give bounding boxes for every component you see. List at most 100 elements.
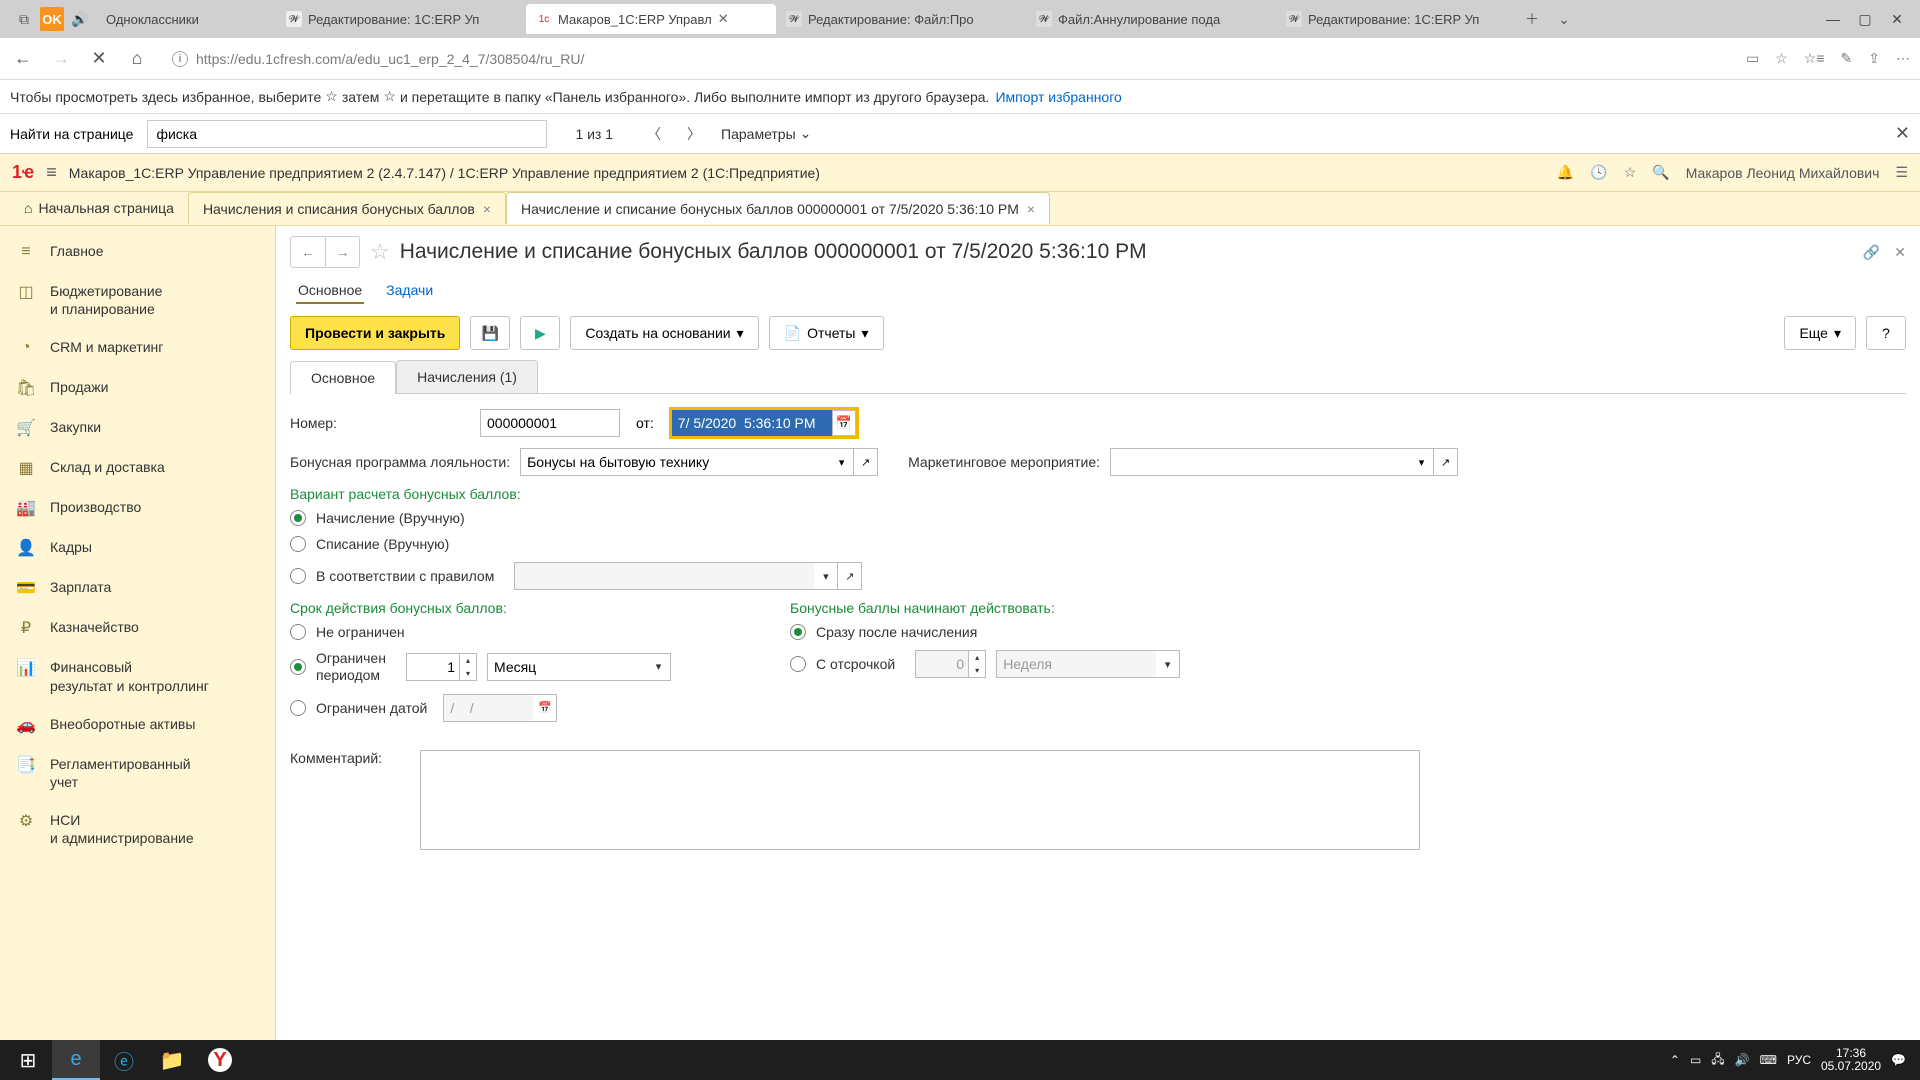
radio-delayed[interactable]: С отсрочкой ▴▾ ▾ xyxy=(790,650,1180,678)
period-unit-input[interactable] xyxy=(487,653,647,681)
radio-icon[interactable] xyxy=(790,624,806,640)
calendar-icon[interactable]: 📅 xyxy=(533,694,557,722)
sidebar-item-treasury[interactable]: ₽Казначейство xyxy=(0,608,275,648)
erp-tab-home[interactable]: ⌂ Начальная страница xyxy=(10,192,188,224)
radio-writeoff[interactable]: Списание (Вручную) xyxy=(290,536,1906,552)
subtab-main[interactable]: Основное xyxy=(296,278,364,304)
start-button[interactable]: ⊞ xyxy=(4,1040,52,1080)
ie-icon[interactable]: ⓔ xyxy=(100,1040,148,1080)
marketing-combo[interactable]: ▾ ↗ xyxy=(1110,448,1458,476)
history-icon[interactable]: 🕓 xyxy=(1590,164,1607,181)
more-icon[interactable]: ⋯ xyxy=(1896,50,1910,67)
spin-down-icon[interactable]: ▾ xyxy=(969,664,985,677)
chevron-down-icon[interactable]: ▾ xyxy=(830,448,854,476)
spin-down-icon[interactable]: ▾ xyxy=(460,667,476,680)
tray-clock[interactable]: 17:36 05.07.2020 xyxy=(1821,1047,1881,1073)
date-field[interactable]: 📅 xyxy=(670,408,858,438)
import-favorites-link[interactable]: Импорт избранного xyxy=(995,89,1121,105)
rule-combo[interactable]: ▾ ↗ xyxy=(514,562,862,590)
network-icon[interactable]: 🖧 xyxy=(1711,1050,1724,1071)
marketing-input[interactable] xyxy=(1110,448,1410,476)
radio-limited-date[interactable]: Ограничен датой 📅 xyxy=(290,694,740,722)
tray-up-icon[interactable]: ⌃ xyxy=(1670,1053,1680,1067)
tabs-list-icon[interactable]: ⌄ xyxy=(1548,5,1580,33)
sound-icon[interactable]: 🔊 xyxy=(64,5,96,33)
notes-icon[interactable]: ✎ xyxy=(1841,50,1853,67)
loyalty-input[interactable] xyxy=(520,448,830,476)
maximize-icon[interactable]: ▢ xyxy=(1850,5,1880,33)
sidebar-item-admin[interactable]: ⚙НСИ и администрирование xyxy=(0,801,275,857)
browser-tab-1[interactable]: Одноклассники xyxy=(96,4,276,34)
comment-field[interactable] xyxy=(420,750,1420,850)
more-button[interactable]: Еще ▾ xyxy=(1784,316,1856,350)
task-view-icon[interactable]: ⧉ xyxy=(8,5,40,33)
radio-icon[interactable] xyxy=(290,568,306,584)
sidebar-item-production[interactable]: 🏭Производство xyxy=(0,488,275,528)
radio-by-rule[interactable]: В соответствии с правилом ▾ ↗ xyxy=(290,562,1906,590)
help-button[interactable]: ? xyxy=(1866,316,1906,350)
sidebar-item-assets[interactable]: 🚗Внеоборотные активы xyxy=(0,705,275,745)
radio-icon[interactable] xyxy=(290,536,306,552)
favorites-list-icon[interactable]: ☆≡ xyxy=(1804,50,1825,67)
sidebar-item-main[interactable]: ≡Главное xyxy=(0,232,275,272)
close-icon[interactable]: × xyxy=(1027,201,1035,217)
find-params[interactable]: Параметры ⌄ xyxy=(721,125,811,142)
radio-accrual[interactable]: Начисление (Вручную) xyxy=(290,510,1906,526)
sidebar-item-purchases[interactable]: 🛒Закупки xyxy=(0,408,275,448)
reports-button[interactable]: 📄 Отчеты ▾ xyxy=(769,316,884,350)
find-next-icon[interactable]: 〉 xyxy=(681,121,707,147)
post-button[interactable]: ▶ xyxy=(520,316,560,350)
sidebar-item-finance[interactable]: 📊Финансовый результат и контроллинг xyxy=(0,648,275,704)
inner-tab-accruals[interactable]: Начисления (1) xyxy=(396,360,538,393)
notifications-icon[interactable]: 💬 xyxy=(1891,1053,1906,1067)
limit-date-field[interactable]: 📅 xyxy=(443,694,557,722)
inner-tab-main[interactable]: Основное xyxy=(290,361,396,394)
close-icon[interactable]: ✕ xyxy=(718,11,729,27)
forward-icon[interactable]: → xyxy=(48,46,74,72)
create-based-button[interactable]: Создать на основании ▾ xyxy=(570,316,758,350)
radio-icon[interactable] xyxy=(290,510,306,526)
link-icon[interactable]: 🔗 xyxy=(1863,244,1880,261)
favorite-icon[interactable]: ☆ xyxy=(370,239,390,265)
back-icon[interactable]: ← xyxy=(10,46,36,72)
burger-icon[interactable]: ≡ xyxy=(46,162,57,183)
subtab-tasks[interactable]: Задачи xyxy=(384,278,435,304)
browser-tab-3-active[interactable]: 1c Макаров_1С:ERP Управл ✕ xyxy=(526,4,776,34)
bell-icon[interactable]: 🔔 xyxy=(1557,164,1574,181)
chevron-down-icon[interactable]: ▾ xyxy=(647,653,671,681)
chevron-down-icon[interactable]: ▾ xyxy=(814,562,838,590)
sidebar-item-hr[interactable]: 👤Кадры xyxy=(0,528,275,568)
close-window-icon[interactable]: ✕ xyxy=(1882,5,1912,33)
fav-star-icon[interactable]: ☆ xyxy=(1775,50,1788,67)
stop-icon[interactable]: ✕ xyxy=(86,46,112,72)
home-icon[interactable]: ⌂ xyxy=(124,46,150,72)
sidebar-item-warehouse[interactable]: ▦Склад и доставка xyxy=(0,448,275,488)
star-icon[interactable]: ☆ xyxy=(1624,164,1637,181)
nav-forward-icon[interactable]: → xyxy=(325,237,359,267)
sidebar-item-sales[interactable]: 🛍Продажи xyxy=(0,368,275,408)
spin-up-icon[interactable]: ▴ xyxy=(460,654,476,667)
radio-icon[interactable] xyxy=(790,656,806,672)
sidebar-item-crm[interactable]: ◔CRM и маркетинг xyxy=(0,328,275,368)
radio-limited-period[interactable]: Ограничен периодом ▴▾ ▾ xyxy=(290,650,740,684)
browser-tab-5[interactable]: 𝓦 Файл:Аннулирование пода xyxy=(1026,4,1276,34)
radio-icon[interactable] xyxy=(290,700,306,716)
explorer-icon[interactable]: 📁 xyxy=(148,1040,196,1080)
number-field[interactable] xyxy=(480,409,620,437)
ok-icon[interactable]: OK xyxy=(40,7,64,31)
open-icon[interactable]: ↗ xyxy=(854,448,878,476)
erp-tab-bonuses-list[interactable]: Начисления и списания бонусных баллов × xyxy=(188,192,506,224)
user-menu-icon[interactable]: ☰ xyxy=(1895,164,1908,181)
post-and-close-button[interactable]: Провести и закрыть xyxy=(290,316,460,350)
period-qty-input[interactable] xyxy=(406,653,460,681)
delay-unit-combo[interactable]: ▾ xyxy=(996,650,1180,678)
battery-icon[interactable]: ▭ xyxy=(1690,1053,1701,1067)
info-icon[interactable]: i xyxy=(172,51,188,67)
sidebar-item-budgeting[interactable]: ◫Бюджетирование и планирование xyxy=(0,272,275,328)
radio-unlimited[interactable]: Не ограничен xyxy=(290,624,740,640)
share-icon[interactable]: ⇪ xyxy=(1868,50,1880,67)
chevron-down-icon[interactable]: ▾ xyxy=(1410,448,1434,476)
keyboard-icon[interactable]: ⌨ xyxy=(1760,1053,1777,1067)
calendar-icon[interactable]: 📅 xyxy=(832,410,856,436)
sidebar-item-regulated[interactable]: 📑Регламентированный учет xyxy=(0,745,275,801)
